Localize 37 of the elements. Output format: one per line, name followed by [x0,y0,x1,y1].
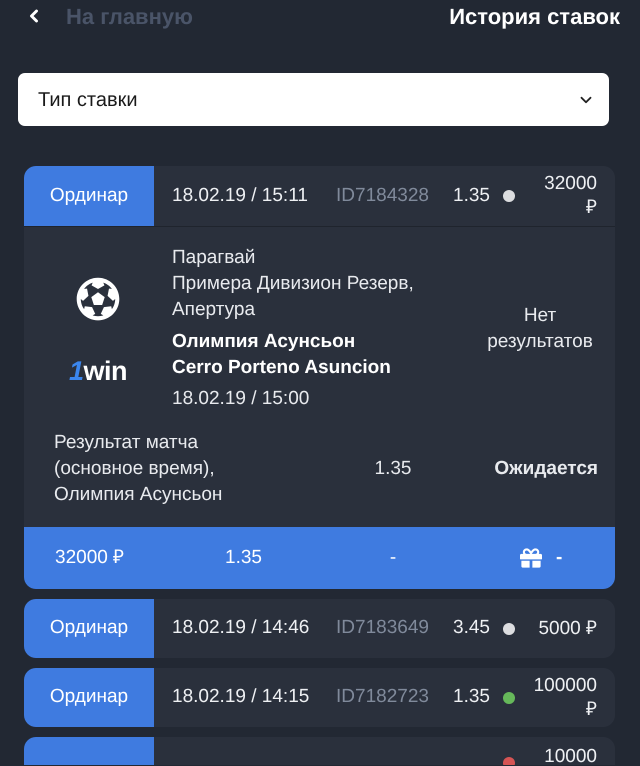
page-title: История ставок [449,2,620,31]
bet-id: ID7183649 [336,616,430,640]
bet-type-tag: Ординар [24,166,154,226]
bet-card[interactable]: 10000 [24,737,615,765]
bet-odds: 3.45 [453,616,491,640]
match-result: Нет результатов [486,304,594,354]
summary-stake: 32000 ₽ [55,546,126,570]
match-datetime: 18.02.19 / 15:00 [172,387,310,411]
bet-amount: 5000 ₽ [537,616,597,640]
league-name: Примера Дивизион Резерв, Апертура [172,272,415,322]
bet-amount: 100000 ₽ [532,674,597,722]
bet-card[interactable] [24,166,615,589]
league-country: Парагвай [172,246,256,270]
bet-card[interactable]: Ординар 18.02.19 / 14:46 ID7183649 3.45 5000 ₽ [24,599,615,658]
bet-type-tag: Ординар [24,668,154,727]
summary-odds: 1.35 [225,546,263,570]
summary-payout: - [388,546,398,570]
bet-type-tag: Ординар [24,599,154,658]
selection-odds: 1.35 [374,457,412,481]
bet-id: ID7182723 [336,685,430,710]
selection-status: Ожидается [494,457,598,481]
bet-amount: 32000 ₽ [543,172,597,220]
team-name: Олимпия Асунсьон [172,330,356,354]
brand-logo: 1win [68,357,128,385]
bet-odds: 1.35 [453,685,491,710]
bet-id: ID7184328 [336,184,430,208]
bet-datetime: 18.02.19 / 14:46 [172,616,310,640]
selection-market: Результат матча (основное время), Олимпия Асунсьон [54,431,224,507]
bet-datetime: 18.02.19 / 14:15 [172,685,310,710]
bet-datetime: 18.02.19 / 15:11 [172,184,309,208]
team-name: Cerro Porteno Asuncion [172,356,391,380]
bonus-value: - [556,546,562,570]
bet-type-select[interactable]: Тип ставки [18,73,609,126]
bet-odds: 1.35 [453,184,491,208]
bet-card[interactable]: Ординар 18.02.19 / 14:15 ID7182723 1.35 100000 ₽ [24,668,615,727]
gift-icon [520,547,542,569]
bet-amount: 10000 [543,745,597,765]
